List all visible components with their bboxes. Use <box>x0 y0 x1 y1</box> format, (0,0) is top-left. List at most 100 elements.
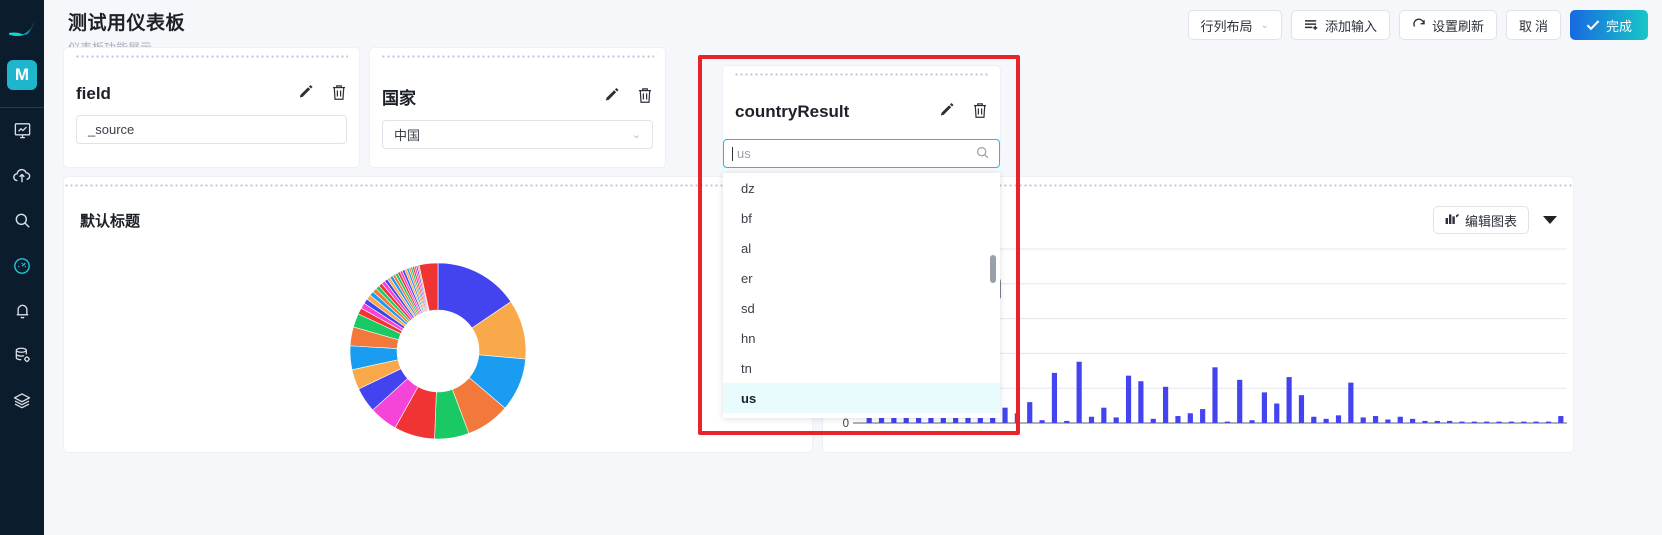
bar[interactable] <box>1558 416 1564 423</box>
dropdown-option[interactable]: sd <box>723 293 1000 323</box>
panel-header: 默认标题 <box>64 199 812 241</box>
cancel-button-label: 取消 <box>1518 18 1551 34</box>
bar[interactable] <box>1521 421 1527 423</box>
bar[interactable] <box>1249 420 1255 423</box>
bird-logo-icon[interactable] <box>5 16 39 46</box>
trash-icon[interactable] <box>637 87 653 107</box>
avatar[interactable]: M <box>7 60 37 90</box>
bar[interactable] <box>1508 421 1515 423</box>
caret-down-icon[interactable] <box>1543 216 1557 224</box>
pencil-icon[interactable] <box>604 87 621 107</box>
country-result-search-input[interactable]: us <box>723 139 1000 168</box>
edit-chart-button[interactable]: 编辑图表 <box>1432 206 1529 234</box>
bar[interactable] <box>1533 421 1539 423</box>
bar[interactable] <box>1496 421 1502 423</box>
bar[interactable] <box>1212 367 1218 423</box>
bar[interactable] <box>1434 420 1440 423</box>
bar[interactable] <box>1385 419 1391 423</box>
bar[interactable] <box>1237 379 1243 423</box>
bar[interactable] <box>1163 386 1169 423</box>
donut-chart-svg <box>349 262 527 439</box>
dropdown-option[interactable]: tn <box>723 353 1000 383</box>
bar[interactable] <box>1064 420 1070 423</box>
bar[interactable] <box>1125 375 1132 423</box>
bar[interactable] <box>1175 416 1181 423</box>
bar-chart-icon <box>1445 212 1459 228</box>
search-icon[interactable] <box>976 146 989 162</box>
input-widget-country: 国家 中国 ⌄ <box>370 48 665 167</box>
bar[interactable] <box>1138 381 1144 423</box>
country-select[interactable]: 中国 ⌄ <box>382 120 653 149</box>
widget-actions <box>604 87 653 107</box>
bar[interactable] <box>1101 407 1107 423</box>
bar[interactable] <box>1545 421 1552 423</box>
sidebar-item-dashboard-board[interactable] <box>0 108 44 153</box>
bar[interactable] <box>1335 415 1342 423</box>
bar[interactable] <box>1286 377 1292 423</box>
bar[interactable] <box>1088 416 1095 423</box>
drag-handle[interactable] <box>734 66 989 88</box>
bar[interactable] <box>1311 416 1317 423</box>
bar[interactable] <box>1471 421 1477 423</box>
trash-icon[interactable] <box>972 102 988 122</box>
bar[interactable] <box>1187 413 1193 423</box>
bar[interactable] <box>1397 416 1403 423</box>
bar[interactable] <box>1113 417 1119 423</box>
bar[interactable] <box>1200 409 1206 423</box>
dropdown-scrollbar-thumb[interactable] <box>990 255 996 283</box>
dropdown-option[interactable]: dz <box>723 173 1000 203</box>
pencil-icon[interactable] <box>298 84 315 104</box>
sidebar-item-layers[interactable] <box>0 378 44 423</box>
dropdown-option[interactable]: al <box>723 233 1000 263</box>
drag-handle[interactable] <box>381 48 654 70</box>
bar[interactable] <box>1051 372 1058 423</box>
bar[interactable] <box>1014 413 1020 423</box>
refresh-settings-button[interactable]: 设置刷新 <box>1398 10 1497 40</box>
bar[interactable] <box>1150 418 1156 423</box>
layout-button-label: 行列布局 <box>1200 18 1253 34</box>
sidebar-item-alerts[interactable] <box>0 288 44 333</box>
bar[interactable] <box>1323 418 1329 423</box>
sidebar-item-upload[interactable] <box>0 153 44 198</box>
bar[interactable] <box>1076 361 1082 423</box>
bar[interactable] <box>1027 402 1033 423</box>
bar[interactable] <box>1459 421 1465 423</box>
dropdown-option[interactable]: bf <box>723 203 1000 233</box>
bar[interactable] <box>1298 395 1305 423</box>
dropdown-option[interactable]: hn <box>723 323 1000 353</box>
bar[interactable] <box>1422 420 1428 423</box>
drag-handle[interactable] <box>75 48 348 70</box>
refresh-icon <box>1412 18 1426 32</box>
done-button[interactable]: 完成 <box>1569 10 1648 40</box>
bar[interactable] <box>1372 416 1379 423</box>
sidebar-item-search[interactable] <box>0 198 44 243</box>
bar[interactable] <box>1410 418 1416 423</box>
add-input-button[interactable]: 添加输入 <box>1290 10 1390 40</box>
bar[interactable] <box>1447 420 1453 423</box>
left-sidebar: M <box>0 0 44 535</box>
bar[interactable] <box>1360 417 1366 423</box>
y-axis-tick-label: 0 <box>843 418 849 430</box>
sidebar-item-monitor[interactable] <box>0 243 44 288</box>
trash-icon[interactable] <box>331 84 347 104</box>
bar[interactable] <box>1484 421 1490 423</box>
dropdown-option[interactable]: er <box>723 263 1000 293</box>
drag-handle[interactable] <box>64 177 812 199</box>
bar[interactable] <box>1002 407 1008 423</box>
sidebar-item-datasource[interactable] <box>0 333 44 378</box>
field-text-input[interactable]: _source <box>76 115 347 144</box>
bar[interactable] <box>1261 392 1267 423</box>
pencil-icon[interactable] <box>939 102 956 122</box>
input-widget-field: field _source <box>64 48 359 167</box>
bar[interactable] <box>1274 403 1280 423</box>
bar[interactable] <box>1348 382 1354 423</box>
bar[interactable] <box>1039 420 1045 423</box>
cancel-button[interactable]: 取消 <box>1505 10 1561 40</box>
bar[interactable] <box>1224 421 1230 423</box>
layout-button[interactable]: 行列布局 ⌄ <box>1187 10 1282 40</box>
dropdown-option[interactable]: us <box>723 383 1000 413</box>
done-button-label: 完成 <box>1605 18 1632 34</box>
layers-icon <box>12 391 32 411</box>
country-result-dropdown-list[interactable]: dz bf al er sd hn tn us <box>723 173 1000 418</box>
bar[interactable] <box>928 417 934 423</box>
